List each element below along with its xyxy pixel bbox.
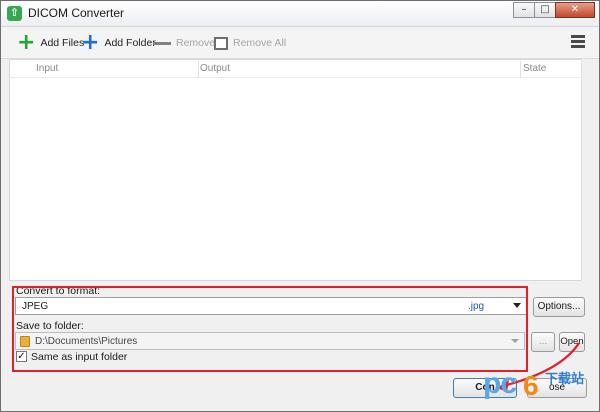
options-button[interactable]: Options... [533, 297, 585, 317]
add-files-label: Add Files [40, 37, 85, 49]
column-header-output[interactable]: Output [200, 63, 230, 74]
file-list[interactable]: Input Output State [9, 59, 583, 281]
plus-green-icon: + [17, 30, 36, 55]
title-bar[interactable]: ⇧ DICOM Converter – □ ✕ [1, 1, 599, 27]
window-title: DICOM Converter [28, 6, 125, 20]
maximize-button[interactable]: □ [534, 2, 556, 18]
minus-icon [153, 41, 171, 45]
app-window: ⇧ DICOM Converter – □ ✕ + Add Files + Ad… [0, 0, 600, 412]
toolbar: + Add Files + Add Folder Remove Remove A… [1, 27, 599, 59]
remove-button[interactable]: Remove [153, 34, 215, 52]
annotation-highlight-box [12, 286, 528, 372]
add-folder-label: Add Folder [104, 37, 156, 49]
watermark-digit: 6 [523, 370, 539, 401]
remove-all-label: Remove All [233, 37, 287, 49]
close-window-button[interactable]: ✕ [555, 2, 595, 18]
add-folder-button[interactable]: + Add Folder [81, 30, 156, 55]
column-header-input[interactable]: Input [36, 63, 58, 74]
column-divider[interactable] [520, 61, 521, 77]
hamburger-menu-icon[interactable] [571, 35, 585, 49]
file-list-scrollbar[interactable] [581, 59, 591, 281]
remove-all-button[interactable]: Remove All [214, 34, 286, 52]
column-divider[interactable] [198, 61, 199, 77]
watermark-chinese-text: 下载站 [545, 371, 585, 386]
watermark-logo: pc 6 下载站 [483, 364, 599, 410]
window-controls: – □ ✕ [513, 2, 595, 20]
watermark-pc-text: pc [483, 367, 517, 400]
minimize-button[interactable]: – [513, 2, 535, 18]
app-icon: ⇧ [7, 6, 22, 21]
plus-blue-icon: + [81, 30, 100, 55]
add-files-button[interactable]: + Add Files [17, 30, 85, 55]
square-icon [214, 36, 228, 50]
file-list-header: Input Output State [10, 60, 582, 78]
remove-label: Remove [176, 37, 216, 49]
column-header-state[interactable]: State [523, 63, 546, 74]
